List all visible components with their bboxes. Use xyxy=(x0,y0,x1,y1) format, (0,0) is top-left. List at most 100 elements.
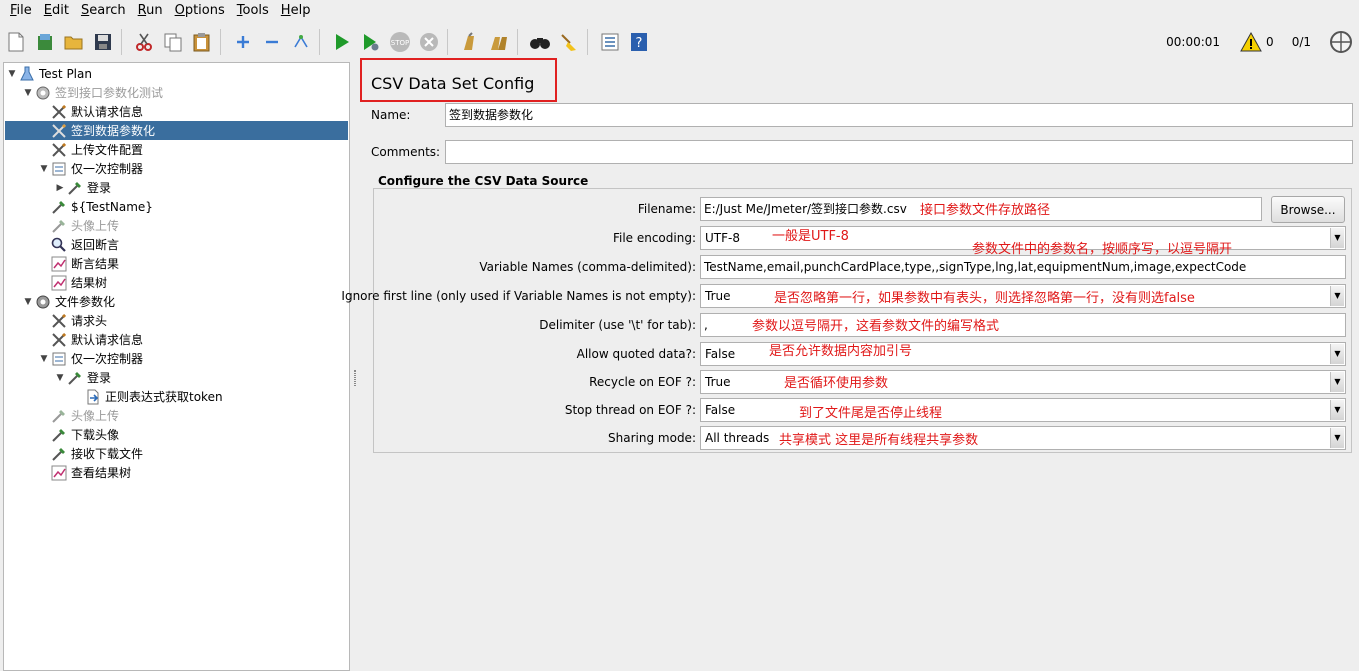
comments-label: Comments: xyxy=(371,145,441,159)
menu-edit[interactable]: Edit xyxy=(38,0,75,22)
chevron-down-icon[interactable]: ▼ xyxy=(1330,228,1344,248)
tree-node-listener[interactable]: 断言结果 xyxy=(50,254,119,273)
tree-node-label: 头像上传 xyxy=(71,219,120,233)
elapsed-time: 00:00:01 xyxy=(1166,35,1221,49)
toggle-icon[interactable] xyxy=(288,28,314,56)
search-binoculars-icon[interactable] xyxy=(527,28,553,56)
start-no-pauses-icon[interactable] xyxy=(358,28,384,56)
tree-node-extractor[interactable]: 正则表达式获取token xyxy=(84,387,223,406)
clear-icon[interactable] xyxy=(457,28,483,56)
tree-node-thread-group[interactable]: ▼ 文件参数化 xyxy=(22,292,115,311)
remote-status-icon[interactable] xyxy=(1329,30,1353,54)
tree-node-config[interactable]: 默认请求信息 xyxy=(50,102,143,121)
menu-run[interactable]: Run xyxy=(132,0,169,22)
name-input[interactable]: 签到数据参数化 xyxy=(445,103,1353,127)
tools-icon xyxy=(50,122,68,139)
tree-node-sampler[interactable]: ▼ 登录 xyxy=(54,368,111,387)
comments-input[interactable] xyxy=(445,140,1353,164)
start-icon[interactable] xyxy=(329,28,355,56)
varnames-row-label: Variable Names (comma-delimited): xyxy=(374,260,696,280)
stop-thread-select[interactable]: False ▼ xyxy=(700,398,1346,422)
tree-node-sampler[interactable]: 下载头像 xyxy=(50,425,119,444)
expanded-arrow-icon[interactable]: ▼ xyxy=(54,373,66,383)
expanded-arrow-icon[interactable]: ▼ xyxy=(38,354,50,364)
status-area: 00:00:01 0 0/1 xyxy=(1166,24,1359,60)
split-pane-divider[interactable] xyxy=(351,62,359,671)
tools-icon xyxy=(50,103,68,120)
tree-node-test-plan[interactable]: ▼ Test Plan xyxy=(6,64,92,83)
cut-icon[interactable] xyxy=(131,28,157,56)
tree-node-sampler[interactable]: ${TestName} xyxy=(50,197,153,216)
group-title: Configure the CSV Data Source xyxy=(378,174,589,188)
tree-node-label: 签到数据参数化 xyxy=(71,124,156,138)
tree-node-controller[interactable]: ▼ 仅一次控制器 xyxy=(38,159,143,178)
tree-node-label: ${TestName} xyxy=(71,199,153,214)
menu-tools[interactable]: Tools xyxy=(231,0,275,22)
encoding-row-label: File encoding: xyxy=(374,231,696,251)
tree-node-label: 断言结果 xyxy=(71,257,120,271)
paste-icon[interactable] xyxy=(189,28,215,56)
browse-button[interactable]: Browse... xyxy=(1271,196,1345,223)
tree-node-assertion[interactable]: 返回断言 xyxy=(50,235,119,254)
menu-help-rest: elp xyxy=(290,3,311,18)
chevron-down-icon[interactable]: ▼ xyxy=(1330,372,1344,392)
varnames-input[interactable]: TestName,email,punchCardPlace,type,,sign… xyxy=(700,255,1346,279)
tree-node-controller[interactable]: ▼ 仅一次控制器 xyxy=(38,349,143,368)
templates-icon[interactable] xyxy=(32,28,58,56)
chevron-down-icon[interactable]: ▼ xyxy=(1330,286,1344,306)
tree-node-csv-config-selected[interactable]: 签到数据参数化 xyxy=(5,121,348,140)
filename-row-label: Filename: xyxy=(374,202,696,222)
help-icon[interactable]: ? xyxy=(626,28,652,56)
sharing-mode-value: All threads xyxy=(705,431,770,445)
tree-node-label: 仅一次控制器 xyxy=(71,162,144,176)
menu-options[interactable]: Options xyxy=(169,0,231,22)
encoding-value: UTF-8 xyxy=(705,231,740,245)
svg-text:?: ? xyxy=(636,36,643,51)
chevron-down-icon[interactable]: ▼ xyxy=(1330,344,1344,364)
chevron-down-icon[interactable]: ▼ xyxy=(1330,400,1344,420)
tree-node-config[interactable]: 默认请求信息 xyxy=(50,330,143,349)
expand-all-icon[interactable] xyxy=(230,28,256,56)
collapsed-arrow-icon[interactable]: ▶ xyxy=(54,183,66,193)
open-folder-icon[interactable] xyxy=(61,28,87,56)
menu-file[interactable]: File xyxy=(4,0,38,22)
save-icon[interactable] xyxy=(90,28,116,56)
pipette-icon xyxy=(66,369,84,386)
chevron-down-icon[interactable]: ▼ xyxy=(1330,428,1344,448)
function-helper-icon[interactable] xyxy=(597,28,623,56)
recycle-label: Recycle on EOF ?: xyxy=(589,375,696,389)
tree-node-config[interactable]: 上传文件配置 xyxy=(50,140,143,159)
clear-all-icon[interactable] xyxy=(486,28,512,56)
menu-search[interactable]: Search xyxy=(75,0,132,22)
expanded-arrow-icon[interactable]: ▼ xyxy=(38,164,50,174)
stop-icon[interactable]: STOP xyxy=(387,28,413,56)
tree-node-sampler[interactable]: 接收下载文件 xyxy=(50,444,143,463)
new-file-icon[interactable] xyxy=(3,28,29,56)
tree-node-listener[interactable]: 查看结果树 xyxy=(50,463,131,482)
warning-icon[interactable] xyxy=(1240,32,1262,52)
controller-icon xyxy=(50,350,68,367)
expanded-arrow-icon[interactable]: ▼ xyxy=(22,297,34,307)
tree-node-config[interactable]: 请求头 xyxy=(50,311,107,330)
tree-node-sampler-disabled[interactable]: 头像上传 xyxy=(50,406,119,425)
reset-search-broom-icon[interactable] xyxy=(556,28,582,56)
svg-text:STOP: STOP xyxy=(391,39,409,47)
tree-node-sampler-disabled[interactable]: 头像上传 xyxy=(50,216,119,235)
copy-icon[interactable] xyxy=(160,28,186,56)
divider-grip[interactable] xyxy=(354,370,356,386)
name-label: Name: xyxy=(371,108,411,122)
tree-node-sampler[interactable]: ▶ 登录 xyxy=(54,178,111,197)
quoted-data-label: Allow quoted data?: xyxy=(576,347,696,361)
active-threads: 0/1 xyxy=(1291,35,1311,49)
expanded-arrow-icon[interactable]: ▼ xyxy=(6,69,18,79)
pipette-icon xyxy=(50,198,68,215)
expanded-arrow-icon[interactable]: ▼ xyxy=(22,88,34,98)
collapse-all-icon[interactable] xyxy=(259,28,285,56)
tree-node-listener[interactable]: 结果树 xyxy=(50,273,107,292)
shutdown-icon[interactable] xyxy=(416,28,442,56)
menu-run-rest: un xyxy=(146,3,163,18)
menu-options-rest: ptions xyxy=(184,3,225,18)
menu-help[interactable]: Help xyxy=(275,0,317,22)
test-plan-tree[interactable]: ▼ Test Plan ▼ 签到接口参数化测试 默认请求信息 签到数据参数化 上传文… xyxy=(3,62,350,671)
tree-node-thread-group[interactable]: ▼ 签到接口参数化测试 xyxy=(22,83,163,102)
